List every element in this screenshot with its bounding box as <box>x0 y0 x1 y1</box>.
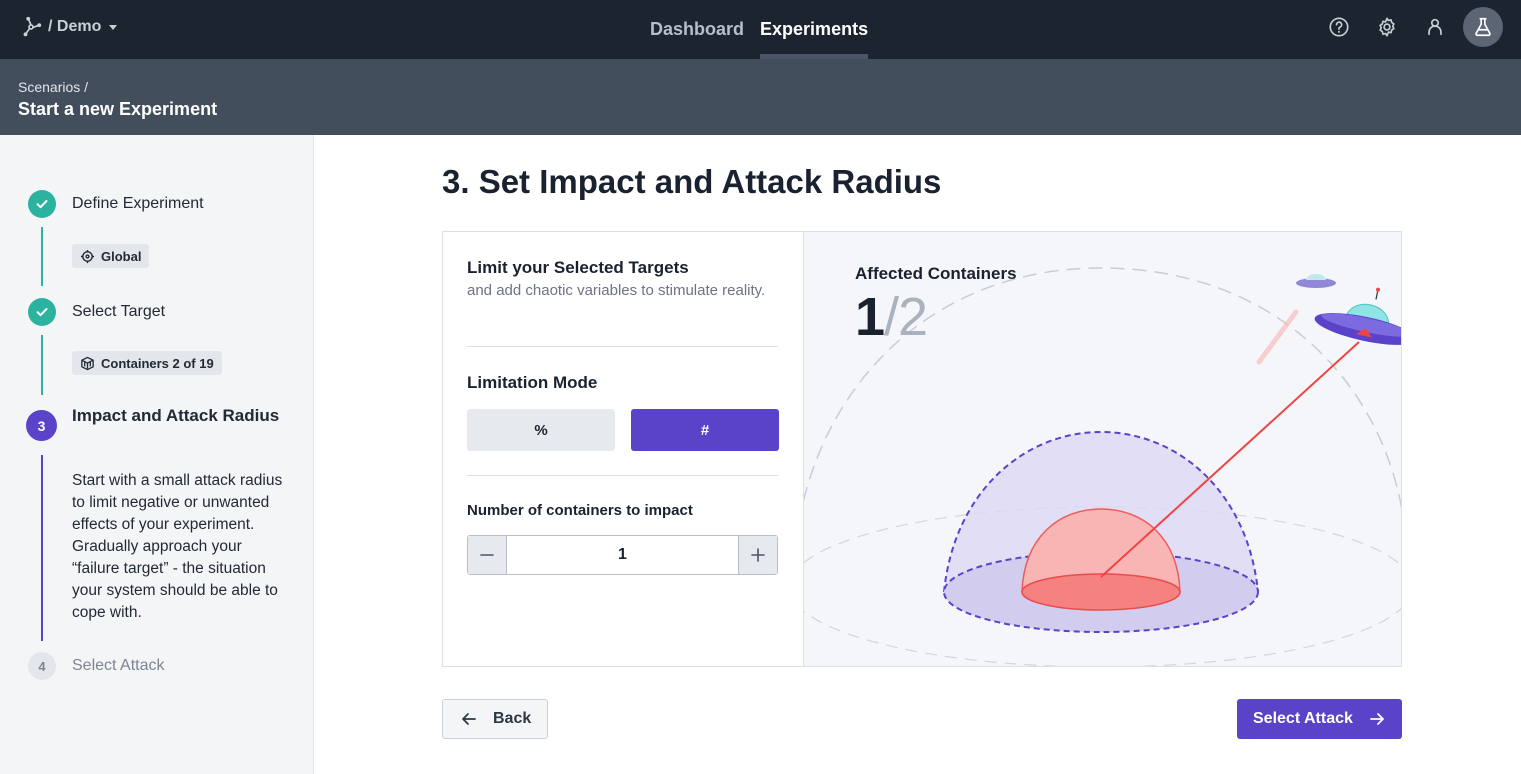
help-icon[interactable] <box>1319 7 1359 47</box>
main-nav-tabs: Dashboard Experiments <box>650 0 869 59</box>
lab-flask-icon[interactable] <box>1463 7 1503 47</box>
step-1-complete-check-icon <box>28 190 56 218</box>
arrow-right-icon <box>1370 713 1384 725</box>
step-3-label: Impact and Attack Radius <box>72 406 280 425</box>
affected-total: /2 <box>884 287 928 347</box>
tab-experiments[interactable]: Experiments <box>760 0 869 59</box>
top-right-actions <box>1319 7 1503 47</box>
wizard-steps-sidebar: Define Experiment Global Select Target C… <box>0 135 314 774</box>
container-icon <box>81 356 94 370</box>
decrement-button[interactable] <box>468 536 506 574</box>
chip-label: Global <box>101 248 142 264</box>
limitation-settings: Limit your Selected Targets and add chao… <box>443 232 803 666</box>
logo-icon <box>23 16 42 37</box>
divider <box>467 475 778 476</box>
user-icon[interactable] <box>1415 7 1455 47</box>
settings-gear-icon[interactable] <box>1367 7 1407 47</box>
minus-icon <box>480 554 494 556</box>
target-containers-chip: Containers 2 of 19 <box>72 351 222 375</box>
limit-subtitle: and add chaotic variables to stimulate r… <box>467 282 766 299</box>
increment-button[interactable] <box>739 536 777 574</box>
chevron-down-icon <box>109 24 118 30</box>
step-1-label[interactable]: Define Experiment <box>72 195 204 213</box>
limit-title: Limit your Selected Targets <box>467 258 689 277</box>
container-count-input[interactable]: 1 <box>506 536 739 574</box>
step-4-number: 4 <box>28 652 56 680</box>
chip-label: Containers 2 of 19 <box>101 355 214 371</box>
limitation-mode-title: Limitation Mode <box>467 373 598 392</box>
step-connector <box>41 335 43 395</box>
plus-icon <box>751 548 765 562</box>
affected-containers-title: Affected Containers <box>855 264 1017 283</box>
mode-number-button[interactable]: # <box>631 409 779 451</box>
select-attack-button[interactable]: Select Attack <box>1237 699 1402 739</box>
page-header: Scenarios / Start a new Experiment <box>0 59 1521 135</box>
affected-containers-count: 1/2 <box>855 286 928 348</box>
step-connector <box>41 227 43 286</box>
crosshair-icon <box>80 249 95 263</box>
section-title: 3. Set Impact and Attack Radius <box>442 163 942 200</box>
step-4-label[interactable]: Select Attack <box>72 657 165 675</box>
workspace-switcher[interactable]: / Demo <box>20 16 118 38</box>
back-button-label: Back <box>493 710 532 727</box>
step-2-complete-check-icon <box>28 298 56 326</box>
attack-radius-card: Limit your Selected Targets and add chao… <box>442 231 1402 667</box>
divider <box>467 346 778 347</box>
back-button[interactable]: Back <box>442 699 548 739</box>
target-scope-chip: Global <box>72 244 150 268</box>
breadcrumb[interactable]: Scenarios / <box>18 79 88 95</box>
step-2-label[interactable]: Select Target <box>72 303 165 321</box>
top-navigation-bar: / Demo Dashboard Experiments <box>0 0 1521 59</box>
step-connector <box>41 455 43 641</box>
affected-current: 1 <box>855 287 885 347</box>
container-count-stepper: 1 <box>467 535 778 575</box>
affected-containers-panel: Affected Containers 1/2 <box>803 232 1401 666</box>
mode-percent-button[interactable]: % <box>467 409 615 451</box>
arrow-left-icon <box>462 713 476 725</box>
step-3-description: Start with a small attack radius to limi… <box>72 472 283 621</box>
step-3-number: 3 <box>26 410 57 441</box>
select-attack-button-label: Select Attack <box>1253 710 1353 727</box>
page-title: Start a new Experiment <box>18 99 218 119</box>
tab-dashboard[interactable]: Dashboard <box>650 0 744 59</box>
workspace-name: / Demo <box>48 18 102 35</box>
container-count-title: Number of containers to impact <box>467 502 693 519</box>
